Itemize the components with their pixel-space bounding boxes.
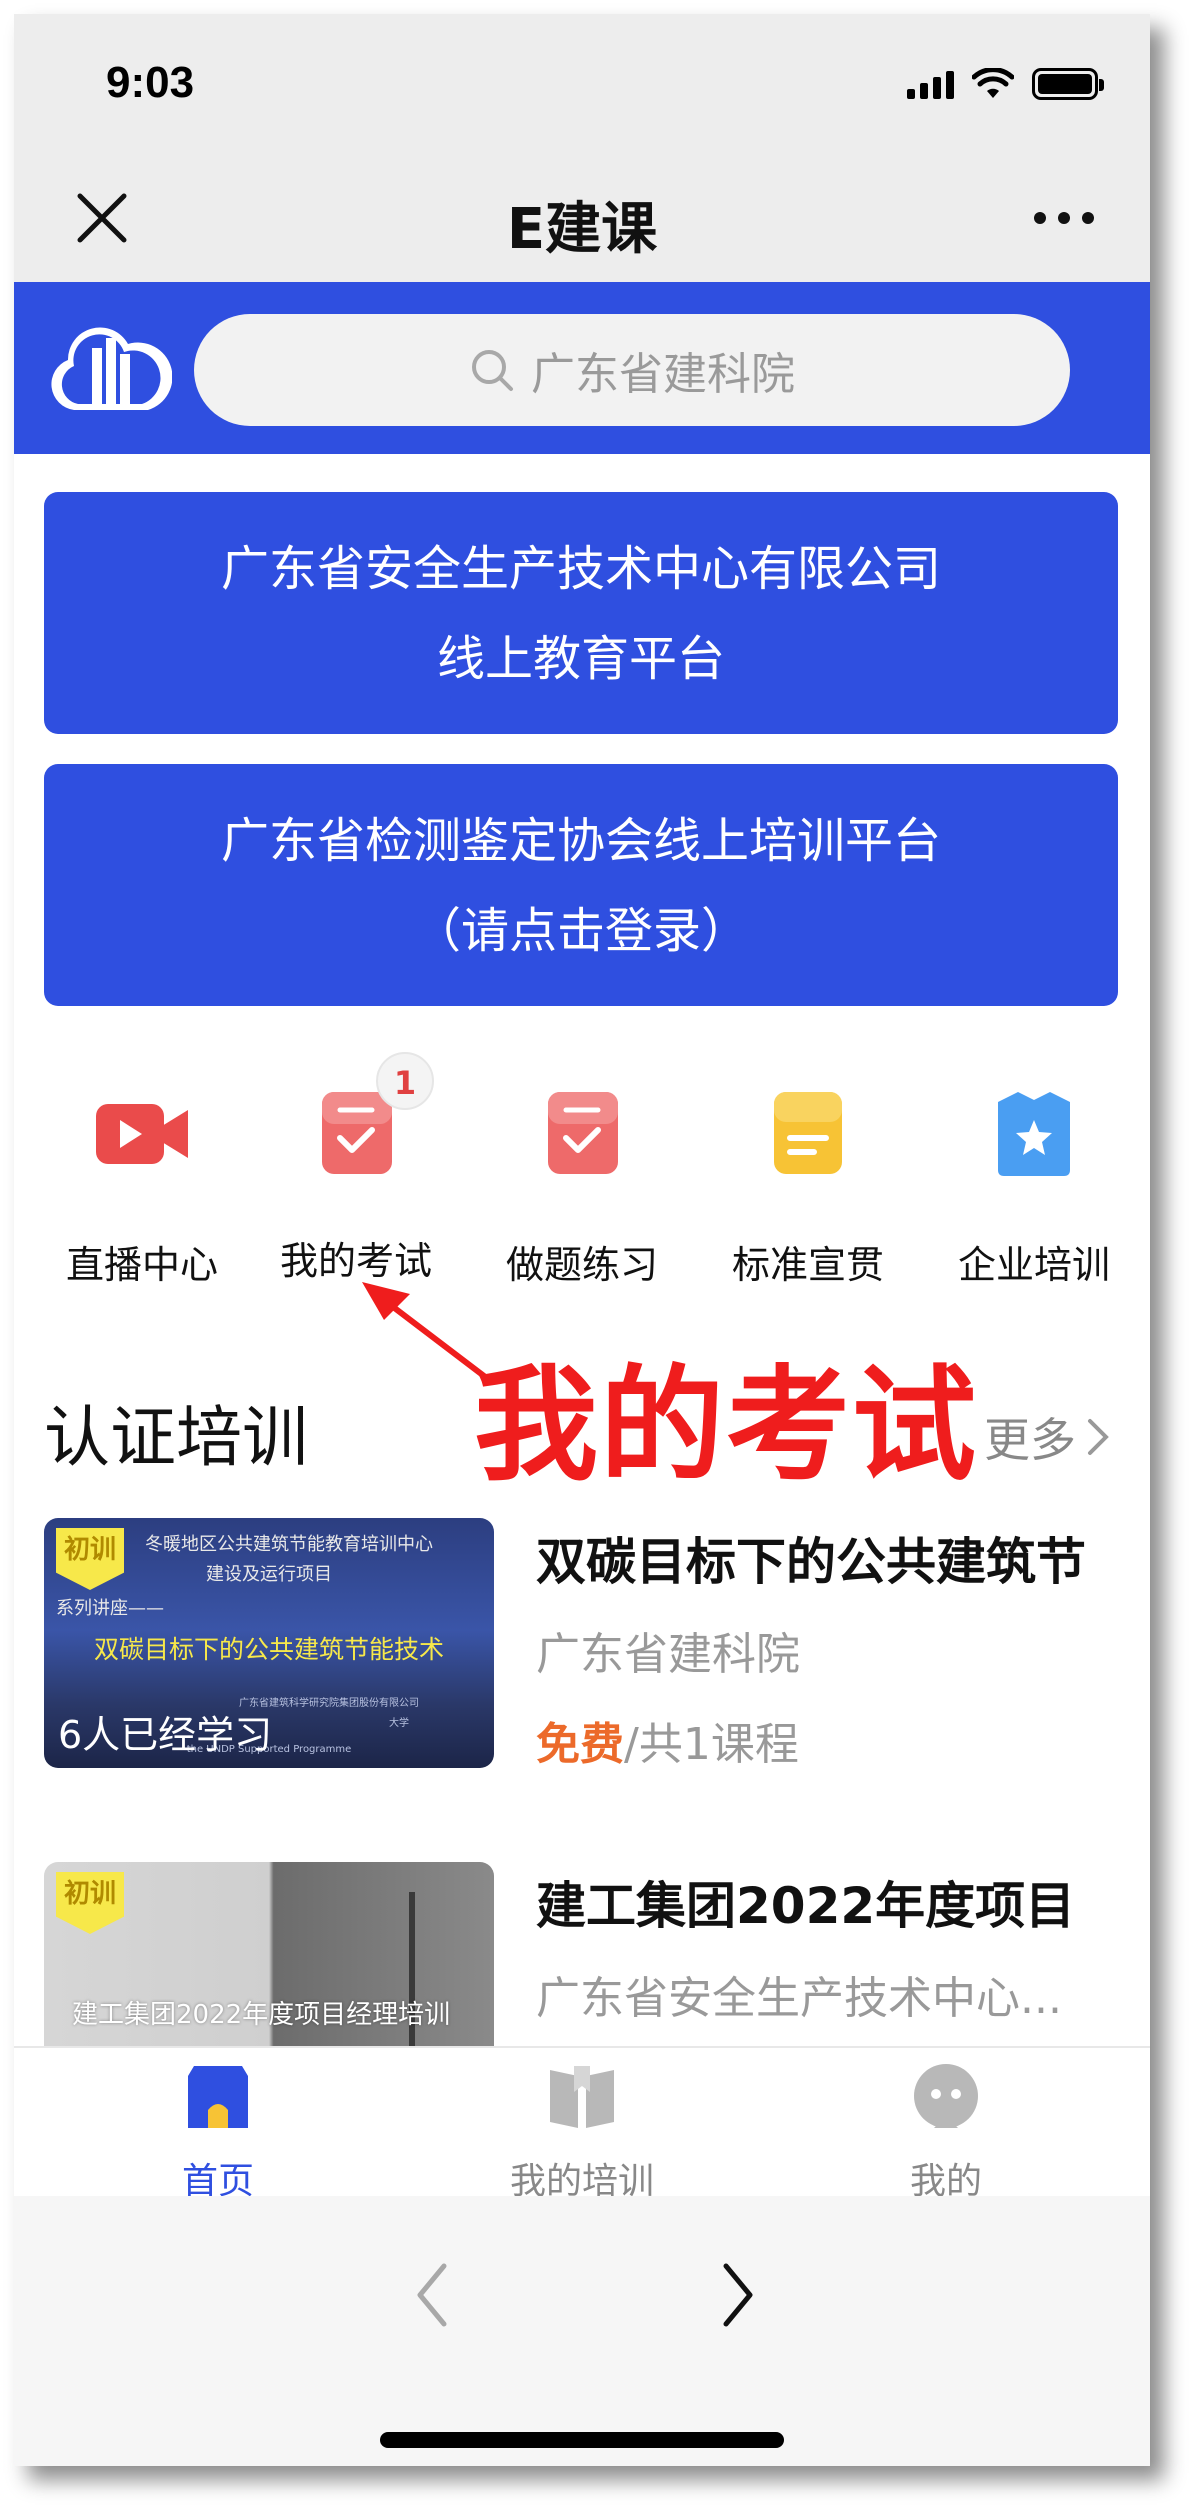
banner-inspection-association-platform[interactable]: 广东省检测鉴定协会线上培训平台 （请点击登录） bbox=[44, 764, 1118, 1006]
tab-profile[interactable]: 我的 bbox=[826, 2062, 1066, 2204]
price-free: 免费 bbox=[536, 1719, 624, 1770]
menu-item-practice[interactable]: 做题练习 bbox=[472, 1082, 692, 1289]
thumb-text: 大学 bbox=[389, 1718, 409, 1729]
cellular-signal-icon bbox=[907, 69, 954, 99]
course-thumbnail: 冬暖地区公共建筑节能教育培训中心 建设及运行项目 系列讲座—— 双碳目标下的公共… bbox=[44, 1518, 494, 1768]
menu-item-standards[interactable]: 标准宣贯 bbox=[698, 1082, 918, 1289]
menu-label: 标准宣贯 bbox=[731, 1243, 884, 1287]
more-link[interactable]: 更多 bbox=[984, 1404, 1110, 1470]
more-options-icon[interactable] bbox=[1034, 212, 1094, 224]
search-header: 广东省建科院 bbox=[14, 282, 1150, 454]
document-icon bbox=[774, 1092, 842, 1174]
status-bar: 9:03 bbox=[14, 14, 1150, 154]
banner-line: 广东省检测鉴定协会线上培训平台 bbox=[220, 813, 941, 869]
nav-bar: E建课 bbox=[14, 154, 1150, 282]
menu-label: 企业培训 bbox=[957, 1243, 1110, 1287]
course-price: 免费/共1课程 bbox=[536, 1708, 799, 1772]
menu-label: 直播中心 bbox=[65, 1243, 218, 1287]
home-icon bbox=[188, 2066, 248, 2128]
banner-line: 广东省安全生产技术中心有限公司 bbox=[220, 541, 941, 597]
search-icon bbox=[472, 350, 513, 391]
course-card[interactable]: 冬暖地区公共建筑节能教育培训中心 建设及运行项目 系列讲座—— 双碳目标下的公共… bbox=[44, 1518, 1118, 1778]
course-tag: 初训 bbox=[56, 1872, 124, 1934]
annotation-label: 我的考试 bbox=[474, 1354, 979, 1498]
thumb-text: 系列讲座—— bbox=[56, 1598, 164, 1619]
course-org: 广东省建科院 bbox=[536, 1629, 800, 1680]
book-icon bbox=[550, 2066, 614, 2128]
status-icons bbox=[907, 68, 1104, 100]
course-title: 建工集团2022年度项目 bbox=[536, 1877, 1076, 1935]
tab-home[interactable]: 首页 bbox=[98, 2062, 338, 2204]
forward-arrow-icon[interactable] bbox=[718, 2260, 758, 2330]
annotation-arrow bbox=[362, 1282, 487, 1379]
cloud-building-logo-icon bbox=[51, 327, 172, 410]
banner-safety-center-platform[interactable]: 广东省安全生产技术中心有限公司 线上教育平台 bbox=[44, 492, 1118, 734]
course-count: /共1课程 bbox=[624, 1719, 799, 1770]
phone-screen: 9:03 E建课 广东省建科院 广东省安全生产技术中心有限公司 线上教育平台 广… bbox=[14, 14, 1150, 2466]
practice-check-icon bbox=[548, 1092, 618, 1174]
wifi-icon bbox=[972, 68, 1014, 98]
star-bag-icon bbox=[998, 1092, 1070, 1176]
thumb-headline: 双碳目标下的公共建筑节能技术 bbox=[93, 1635, 444, 1664]
video-camera-icon bbox=[96, 1104, 188, 1164]
thumb-text: 冬暖地区公共建筑节能教育培训中心 bbox=[145, 1534, 433, 1555]
bottom-tab-bar: 首页 我的培训 我的 bbox=[14, 2046, 1150, 2202]
more-label: 更多 bbox=[984, 1413, 1076, 1467]
menu-item-enterprise-training[interactable]: 企业培训 bbox=[924, 1082, 1144, 1289]
course-title: 双碳目标下的公共建筑节 bbox=[536, 1533, 1086, 1591]
profile-face-icon bbox=[914, 2064, 978, 2128]
notification-badge: 1 bbox=[376, 1052, 434, 1110]
search-placeholder: 广东省建科院 bbox=[531, 349, 795, 400]
browser-toolbar bbox=[14, 2196, 1150, 2466]
learner-count: 6人已经学习 bbox=[58, 1713, 273, 1757]
tab-my-training[interactable]: 我的培训 bbox=[462, 2062, 702, 2204]
section-title: 认证培训 bbox=[44, 1399, 308, 1476]
menu-label: 做题练习 bbox=[505, 1243, 658, 1287]
banner-line: 线上教育平台 bbox=[436, 631, 725, 687]
course-org: 广东省安全生产技术中心... bbox=[536, 1973, 1062, 2024]
quick-menu: 直播中心 1 我的考试 做题练习 标准宣贯 企业培训 bbox=[14, 1052, 1150, 1302]
menu-item-my-exam[interactable]: 1 我的考试 bbox=[246, 1052, 466, 1285]
page-title: E建课 bbox=[506, 197, 658, 262]
status-time: 9:03 bbox=[106, 58, 195, 107]
menu-item-live-center[interactable]: 直播中心 bbox=[32, 1082, 252, 1289]
back-arrow-icon[interactable] bbox=[412, 2260, 452, 2330]
banner-line: （请点击登录） bbox=[412, 903, 749, 959]
thumb-caption: 建工集团2022年度项目经理培训 bbox=[72, 2000, 451, 2030]
home-indicator[interactable] bbox=[380, 2432, 784, 2448]
search-input[interactable]: 广东省建科院 bbox=[194, 314, 1070, 426]
chevron-right-icon bbox=[1088, 1419, 1109, 1455]
battery-icon bbox=[1032, 68, 1104, 100]
